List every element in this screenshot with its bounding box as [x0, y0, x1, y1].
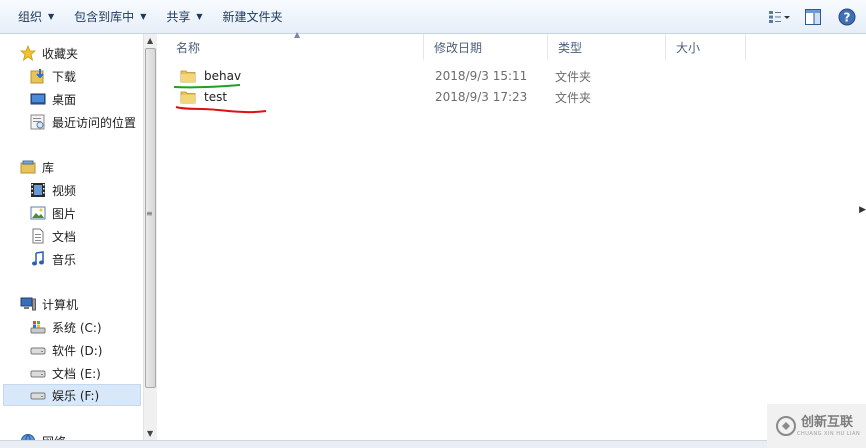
nav-item-downloads[interactable]: 下载: [30, 65, 76, 87]
scroll-up-icon[interactable]: ▲: [147, 36, 153, 45]
preview-pane-button[interactable]: [800, 4, 826, 30]
help-button[interactable]: ?: [834, 4, 860, 30]
view-controls: ?: [764, 4, 860, 30]
downloads-folder-icon: [30, 68, 46, 84]
nav-item-label: 娱乐 (F:): [52, 388, 100, 403]
nav-item-music[interactable]: 音乐: [30, 248, 76, 270]
nav-computer[interactable]: 计算机: [20, 293, 78, 315]
preview-pane-icon: [805, 9, 821, 25]
svg-text:?: ?: [844, 11, 851, 25]
nav-item-label: 桌面: [52, 92, 77, 107]
star-icon: [20, 45, 36, 61]
watermark: 创新互联 CHUANG XIN HU LIAN: [767, 404, 866, 448]
scroll-thumb[interactable]: [145, 48, 156, 388]
document-icon: [30, 228, 46, 244]
annotation-underlines: [173, 84, 267, 114]
nav-libraries-label: 库: [42, 160, 55, 175]
nav-computer-label: 计算机: [42, 297, 79, 312]
nav-item-label: 系统 (C:): [52, 320, 102, 335]
nav-item-videos[interactable]: 视频: [30, 179, 76, 201]
scroll-grip-icon: ≡: [146, 209, 153, 218]
nav-favorites-label: 收藏夹: [42, 46, 79, 61]
red-underline: [175, 106, 267, 114]
nav-item-label: 文档 (E:): [52, 366, 101, 381]
view-options-button[interactable]: [766, 4, 792, 30]
nav-item-label: 视频: [52, 183, 77, 198]
nav-item-drive-c[interactable]: 系统 (C:): [30, 316, 102, 338]
nav-item-label: 图片: [52, 206, 77, 221]
include-in-library-label: 包含到库中: [74, 10, 135, 24]
column-type[interactable]: 类型: [548, 34, 666, 60]
nav-item-drive-f[interactable]: 娱乐 (F:): [3, 384, 141, 406]
nav-item-label: 最近访问的位置: [52, 115, 137, 130]
picture-icon: [30, 205, 46, 221]
share-button[interactable]: 共享 ▼: [156, 3, 212, 31]
system-drive-icon: [30, 319, 46, 335]
library-icon: [20, 159, 36, 175]
desktop-icon: [30, 91, 46, 107]
column-size[interactable]: 大小: [666, 34, 746, 60]
watermark-text: 创新互联: [801, 415, 854, 430]
nav-item-drive-e[interactable]: 文档 (E:): [30, 362, 101, 384]
new-folder-label: 新建文件夹: [222, 10, 283, 24]
nav-favorites[interactable]: 收藏夹: [20, 42, 78, 64]
file-modified: 2018/9/3 15:11: [435, 69, 528, 83]
chevron-down-icon: ▼: [140, 12, 147, 21]
hard-drive-icon: [30, 387, 46, 403]
nav-item-label: 音乐: [52, 252, 77, 267]
nav-item-desktop[interactable]: 桌面: [30, 88, 76, 110]
column-modified[interactable]: 修改日期: [424, 34, 548, 60]
file-type: 文件夹: [555, 90, 592, 105]
hard-drive-icon: [30, 342, 46, 358]
organize-label: 组织: [18, 10, 43, 24]
nav-item-label: 软件 (D:): [52, 343, 103, 358]
file-modified: 2018/9/3 17:23: [435, 90, 528, 104]
share-label: 共享: [166, 10, 191, 24]
hard-drive-icon: [30, 365, 46, 381]
command-bar: 组织 ▼ 包含到库中 ▼ 共享 ▼ 新建文件夹 ?: [0, 0, 866, 34]
column-modified-label: 修改日期: [434, 40, 483, 55]
nav-item-pictures[interactable]: 图片: [30, 202, 76, 224]
chevron-down-icon: ▼: [48, 12, 55, 21]
nav-item-recent-places[interactable]: 最近访问的位置: [30, 111, 136, 133]
video-icon: [30, 182, 46, 198]
details-pane-edge: [0, 440, 767, 448]
nav-item-drive-d[interactable]: 软件 (D:): [30, 339, 102, 361]
chevron-down-icon: ▼: [196, 12, 203, 21]
organize-button[interactable]: 组织 ▼: [8, 3, 64, 31]
watermark-subtext: CHUANG XIN HU LIAN: [797, 431, 861, 437]
view-list-icon: [769, 11, 790, 23]
nav-scrollbar[interactable]: ▲ ≡ ▼: [143, 34, 157, 440]
nav-item-label: 文档: [52, 229, 77, 244]
help-icon: ?: [838, 8, 856, 26]
file-list-pane: ▲ 名称 修改日期 类型 大小 behav 2018/9/3 15:11 文件夹: [158, 30, 866, 448]
recent-places-icon: [30, 114, 46, 130]
include-in-library-button[interactable]: 包含到库中 ▼: [64, 3, 156, 31]
nav-item-label: 下载: [52, 69, 77, 84]
nav-item-documents[interactable]: 文档: [30, 225, 76, 247]
watermark-logo-icon: [776, 416, 796, 436]
music-note-icon: [30, 251, 46, 267]
scroll-down-icon[interactable]: ▼: [147, 429, 153, 438]
file-type: 文件夹: [555, 69, 592, 84]
nav-libraries[interactable]: 库: [20, 156, 54, 178]
pane-resize-handle[interactable]: ▶: [859, 205, 866, 215]
new-folder-button[interactable]: 新建文件夹: [213, 3, 293, 31]
column-type-label: 类型: [558, 40, 583, 55]
column-size-label: 大小: [676, 40, 701, 55]
green-underline: [173, 84, 241, 89]
computer-icon: [20, 296, 36, 312]
navigation-pane: 收藏夹 下载 桌面 最近访问的位置 库 视频 图片 文档 音乐 计算机 系统 (…: [0, 34, 143, 448]
